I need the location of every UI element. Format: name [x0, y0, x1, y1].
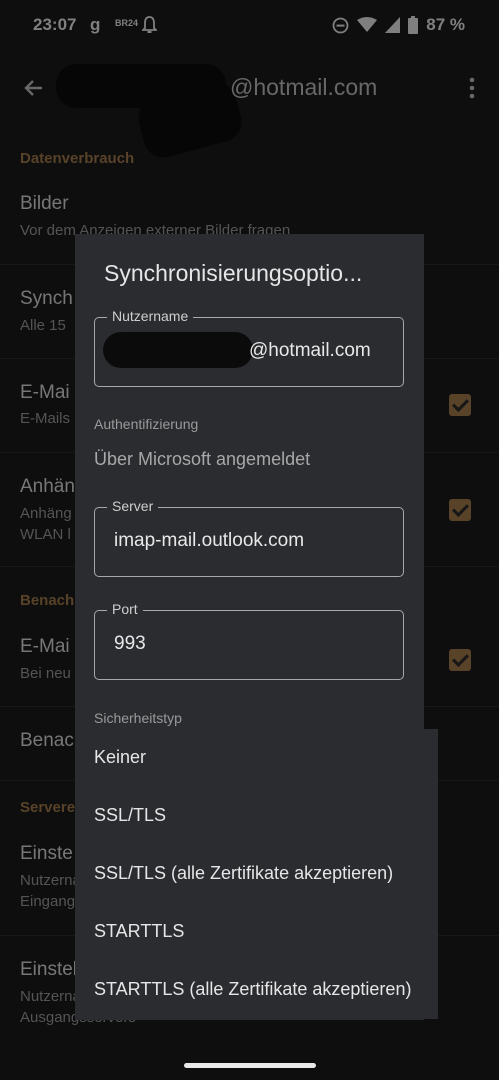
- port-field[interactable]: Port 993: [94, 601, 404, 680]
- menu-item-ssl-tls[interactable]: SSL/TLS: [94, 805, 166, 826]
- port-value: 993: [114, 633, 146, 654]
- server-label: Server: [107, 498, 159, 514]
- redaction-scribble: [103, 332, 253, 368]
- menu-item-starttls[interactable]: STARTTLS: [94, 921, 184, 942]
- menu-item-none[interactable]: Keiner: [94, 747, 146, 768]
- home-indicator[interactable]: [184, 1063, 316, 1068]
- auth-value: Über Microsoft angemeldet: [94, 449, 311, 469]
- server-value: imap-mail.outlook.com: [114, 530, 305, 551]
- security-type-label: Sicherheitstyp: [94, 710, 182, 726]
- username-value: @hotmail.com: [249, 340, 371, 361]
- screen: 23:07 g BR24 87 % @hotmail.com Datenverb…: [0, 0, 499, 1080]
- username-label: Nutzername: [107, 308, 194, 324]
- username-field[interactable]: Nutzername @hotmail.com: [94, 308, 404, 387]
- dialog-title: Synchronisierungsoptio...: [104, 260, 363, 286]
- menu-item-starttls-all-certs[interactable]: STARTTLS (alle Zertifikate akzeptieren): [94, 979, 411, 1000]
- menu-item-ssl-tls-all-certs[interactable]: SSL/TLS (alle Zertifikate akzeptieren): [94, 863, 393, 884]
- auth-label: Authentifizierung: [94, 416, 199, 432]
- port-label: Port: [107, 601, 143, 617]
- security-type-menu: Keiner SSL/TLS SSL/TLS (alle Zertifikate…: [87, 729, 438, 1019]
- server-field[interactable]: Server imap-mail.outlook.com: [94, 498, 404, 577]
